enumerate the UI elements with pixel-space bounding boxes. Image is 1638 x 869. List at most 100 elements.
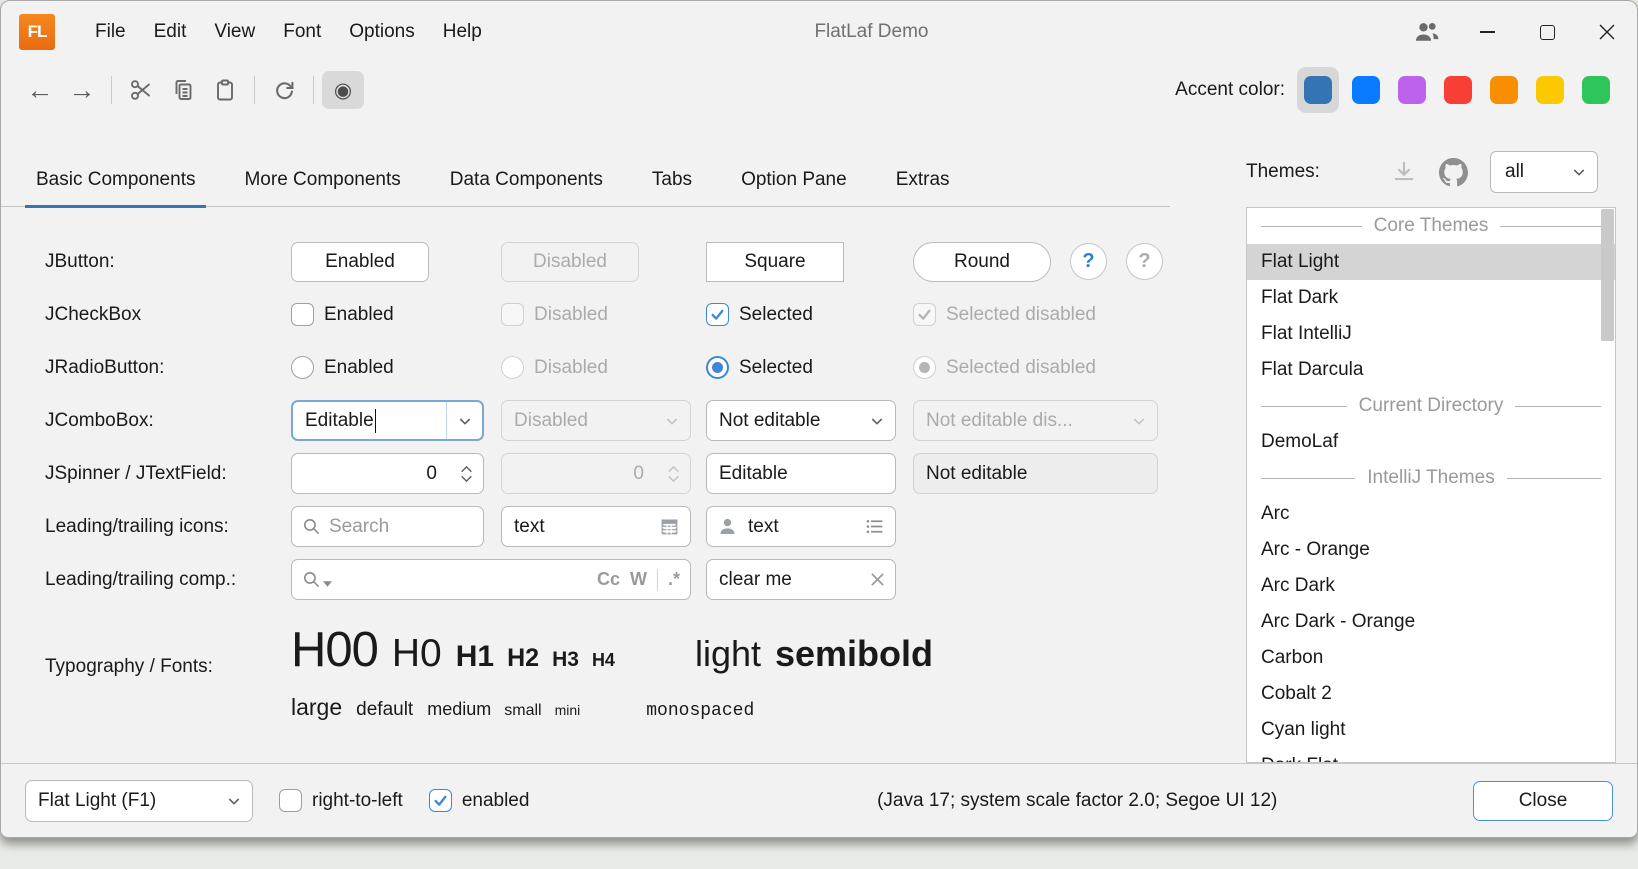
textfield-value[interactable]: Editable [719, 463, 788, 485]
menu-edit[interactable]: Edit [140, 13, 201, 51]
basic-components-panel: JButton: Enabled Disabled Square Round ?… [1, 207, 1170, 721]
textfield-value[interactable]: text [748, 516, 779, 538]
checkbox-box-checked [706, 303, 729, 326]
tabstrip: Basic Components More Components Data Co… [1, 117, 1170, 207]
checkbox-selected[interactable]: Selected [706, 303, 913, 326]
scrollbar-thumb[interactable] [1601, 209, 1614, 341]
github-icon[interactable] [1439, 158, 1468, 187]
round-button[interactable]: Round [913, 242, 1051, 282]
theme-item-demolaf[interactable]: DemoLaf [1247, 424, 1615, 460]
enabled-checkbox[interactable]: enabled [429, 789, 530, 812]
accent-swatch-default-selected[interactable] [1297, 67, 1339, 113]
combobox-editable[interactable]: Editable [291, 400, 484, 441]
theme-item-cyan-light[interactable]: Cyan light [1247, 712, 1615, 748]
checkbox-box [291, 303, 314, 326]
combobox-arrow-button[interactable] [446, 402, 482, 439]
accent-swatch-green[interactable] [1573, 67, 1619, 113]
theme-item-arc-dark-orange[interactable]: Arc Dark - Orange [1247, 604, 1615, 640]
dropdown-triangle-icon[interactable] [323, 581, 332, 587]
regex-toggle[interactable]: .* [668, 569, 680, 590]
themes-separator: IntelliJ Themes [1247, 460, 1615, 496]
mini-sample: mini [555, 702, 581, 718]
paste-button[interactable] [204, 71, 246, 109]
textfield-value[interactable]: clear me [719, 569, 792, 591]
theme-item-cobalt-2[interactable]: Cobalt 2 [1247, 676, 1615, 712]
combobox-not-editable[interactable]: Not editable [706, 400, 896, 441]
back-button[interactable]: ← [19, 71, 61, 109]
search-field-with-options[interactable]: Cc W .* [291, 559, 691, 600]
forward-button[interactable]: → [61, 71, 103, 109]
theme-item-carbon[interactable]: Carbon [1247, 640, 1615, 676]
maximize-button[interactable] [1517, 10, 1577, 54]
spinner-disabled: 0 [501, 453, 691, 494]
clear-icon[interactable] [870, 572, 885, 587]
chevron-down-icon [667, 475, 680, 483]
match-case-toggle[interactable]: Cc [597, 569, 620, 590]
combobox-arrow-button[interactable] [859, 401, 895, 440]
textfield-editable[interactable]: Editable [706, 453, 896, 494]
leading-trailing-icons-row: Leading/trailing icons: Search text [25, 500, 1170, 553]
radio-label: Selected [739, 357, 813, 379]
accent-swatch-yellow[interactable] [1527, 67, 1573, 113]
menu-font[interactable]: Font [269, 13, 335, 51]
tab-tabs[interactable]: Tabs [641, 169, 703, 206]
tab-extras[interactable]: Extras [885, 169, 961, 206]
theme-item-arc-dark[interactable]: Arc Dark [1247, 568, 1615, 604]
checkbox-box [279, 789, 302, 812]
combobox-arrow-button[interactable] [216, 781, 252, 821]
text-field-calendar[interactable]: text [501, 506, 691, 547]
accent-swatch-orange[interactable] [1481, 67, 1527, 113]
tab-more-components[interactable]: More Components [233, 169, 411, 206]
theme-item-flat-dark[interactable]: Flat Dark [1247, 280, 1615, 316]
window-close-button[interactable] [1577, 10, 1637, 54]
tab-data-components[interactable]: Data Components [439, 169, 614, 206]
themes-filter-combo[interactable]: all [1490, 151, 1598, 193]
menu-view[interactable]: View [200, 13, 269, 51]
whole-words-toggle[interactable]: W [630, 569, 647, 590]
theme-item-arc[interactable]: Arc [1247, 496, 1615, 532]
textfield-value[interactable]: text [514, 516, 545, 538]
theme-item-flat-darcula[interactable]: Flat Darcula [1247, 352, 1615, 388]
search-field[interactable]: Search [291, 506, 484, 547]
chevron-down-icon [664, 413, 680, 429]
tab-basic-components[interactable]: Basic Components [25, 169, 206, 208]
tab-option-pane[interactable]: Option Pane [730, 169, 858, 206]
square-button[interactable]: Square [706, 242, 844, 282]
help-button[interactable]: ? [1070, 243, 1107, 280]
laf-selector-combo[interactable]: Flat Light (F1) [25, 780, 253, 822]
right-to-left-checkbox[interactable]: right-to-left [279, 789, 403, 812]
menu-help[interactable]: Help [429, 13, 496, 51]
theme-item-flat-light[interactable]: Flat Light [1247, 244, 1615, 280]
radio-circle-selected [706, 356, 729, 379]
users-button[interactable] [1397, 10, 1457, 54]
theme-item-dark-flat[interactable]: Dark Flat [1247, 748, 1615, 763]
checkbox-enabled[interactable]: Enabled [291, 303, 501, 326]
accent-swatch-blue[interactable] [1343, 67, 1389, 113]
enabled-button[interactable]: Enabled [291, 242, 429, 282]
titlebar: FL File Edit View Font Options Help Flat… [1, 1, 1637, 63]
radio-selected[interactable]: Selected [706, 356, 913, 379]
menu-options[interactable]: Options [335, 13, 428, 51]
clearable-field[interactable]: clear me [706, 559, 896, 600]
theme-item-flat-intellij[interactable]: Flat IntelliJ [1247, 316, 1615, 352]
spinner-buttons[interactable] [449, 454, 483, 493]
theme-item-arc-orange[interactable]: Arc - Orange [1247, 532, 1615, 568]
cut-button[interactable] [120, 71, 162, 109]
refresh-button[interactable] [263, 71, 305, 109]
accent-swatch-purple[interactable] [1389, 67, 1435, 113]
help-button-disabled: ? [1126, 243, 1163, 280]
accent-swatch-red[interactable] [1435, 67, 1481, 113]
inspect-toggle-button[interactable]: ◉ [322, 71, 364, 109]
accent-swatch-icon [1352, 76, 1380, 104]
spinner-value[interactable]: 0 [292, 463, 449, 485]
text-field-person[interactable]: text [706, 506, 896, 547]
accent-swatch-icon [1536, 76, 1564, 104]
spinner[interactable]: 0 [291, 453, 484, 494]
scissors-icon [129, 78, 153, 102]
radio-enabled[interactable]: Enabled [291, 356, 501, 379]
copy-button[interactable] [162, 71, 204, 109]
menu-file[interactable]: File [81, 13, 140, 51]
close-button[interactable]: Close [1473, 781, 1613, 821]
minimize-button[interactable] [1457, 10, 1517, 54]
themes-list: Core Themes Flat Light Flat Dark Flat In… [1246, 207, 1616, 763]
